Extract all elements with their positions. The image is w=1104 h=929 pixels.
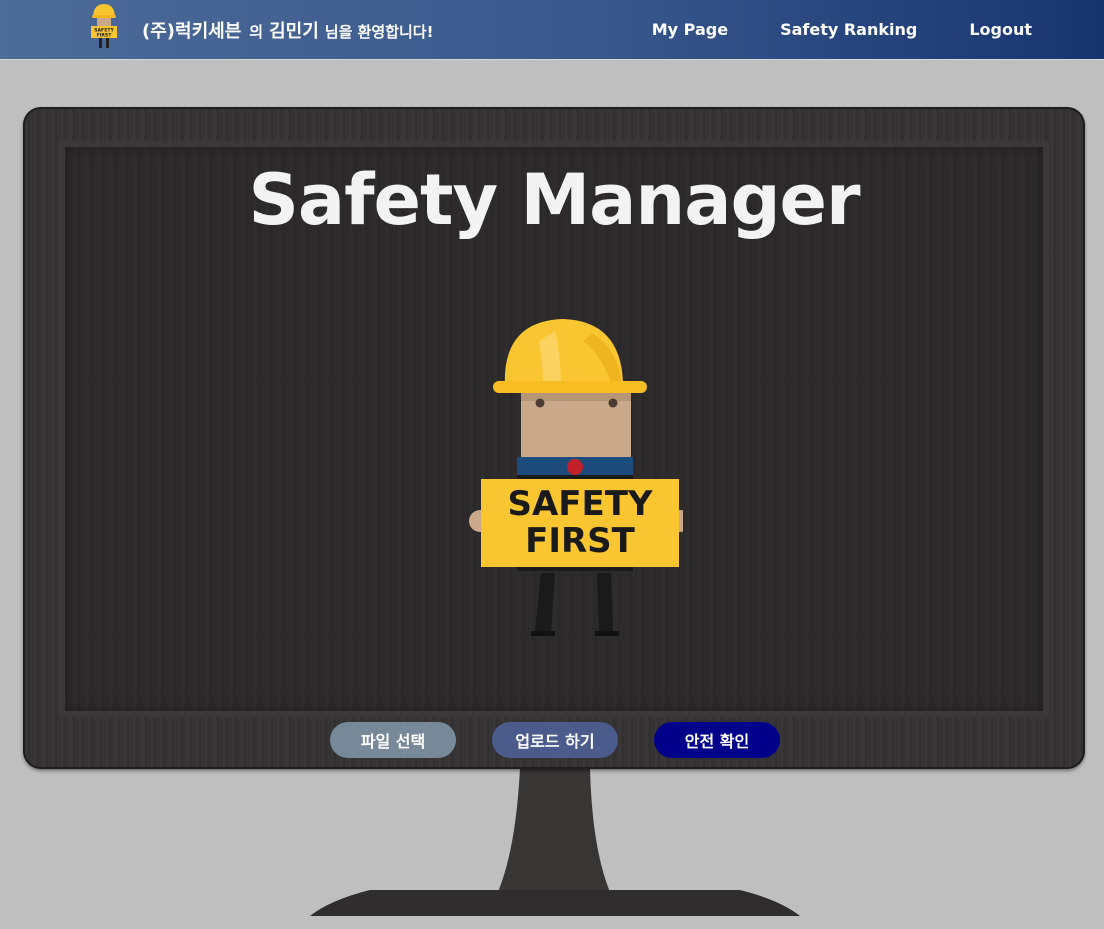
svg-text:FIRST: FIRST: [97, 33, 113, 39]
safety-check-button[interactable]: 안전 확인: [654, 722, 780, 758]
nav-links: My Page Safety Ranking Logout: [652, 20, 1032, 39]
nav-logout-link[interactable]: Logout: [969, 20, 1032, 39]
safety-first-worker-illustration: SAFETY FIRST: [469, 319, 683, 636]
nav-my-page-link[interactable]: My Page: [652, 20, 728, 39]
page-title: Safety Manager: [248, 159, 860, 241]
monitor-screen: Safety Manager SAFETY FIRST: [59, 141, 1049, 717]
upload-button[interactable]: 업로드 하기: [492, 722, 618, 758]
top-navbar: SAFETY FIRST (주)럭키세븐 의 김민기 님을 환영합니다! My Pag…: [0, 0, 1104, 60]
nav-safety-ranking-link[interactable]: Safety Ranking: [780, 20, 917, 39]
monitor-frame: Safety Manager SAFETY FIRST 파일 선택 업로드 하기…: [23, 107, 1085, 769]
welcome-greeting: 님을 환영합니다!: [324, 23, 434, 41]
mascot-sign-line1: SAFETY: [507, 484, 652, 524]
choose-file-button[interactable]: 파일 선택: [330, 722, 456, 758]
action-button-row: 파일 선택 업로드 하기 안전 확인: [330, 722, 780, 758]
mascot-sign-line2: FIRST: [525, 521, 636, 561]
user-name: 김민기: [269, 21, 319, 42]
possessive-particle: 의: [249, 23, 264, 41]
safety-worker-logo-icon[interactable]: SAFETY FIRST: [88, 2, 120, 50]
welcome-message: (주)럭키세븐 의 김민기 님을 환영합니다!: [142, 17, 433, 43]
company-name: (주)럭키세븐: [142, 21, 242, 42]
monitor-stand-base: [310, 890, 800, 916]
monitor-stand-neck: [498, 768, 610, 892]
